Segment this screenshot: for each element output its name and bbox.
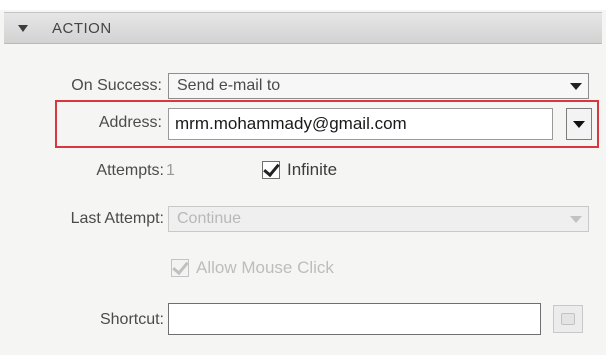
allow-mouse-click-label: Allow Mouse Click — [196, 258, 334, 277]
address-input[interactable] — [175, 113, 545, 135]
top-strip — [0, 0, 606, 10]
last-attempt-dropdown-arrow — [564, 207, 588, 231]
action-section-header[interactable]: ACTION — [4, 12, 602, 44]
chevron-down-icon — [570, 82, 582, 90]
allow-mouse-click-checkbox — [171, 257, 189, 277]
checkmark-icon — [263, 159, 280, 178]
last-attempt-value: Continue — [177, 210, 242, 227]
attempts-label: Attempts: — [96, 162, 164, 179]
attempts-value: 1 — [166, 162, 175, 179]
action-panel: ACTION On Success: Send e-mail to Addres… — [0, 0, 606, 355]
on-success-select[interactable]: Send e-mail to — [168, 73, 589, 99]
shortcut-field[interactable] — [168, 303, 541, 335]
address-label: Address: — [98, 114, 162, 131]
infinite-checkbox[interactable] — [262, 159, 280, 179]
last-attempt-label: Last Attempt: — [70, 210, 164, 227]
on-success-label: On Success: — [71, 77, 162, 94]
chevron-down-icon — [570, 215, 582, 223]
collapse-triangle-icon[interactable] — [18, 25, 28, 32]
section-title: ACTION — [52, 20, 112, 37]
address-dropdown-button[interactable] — [566, 108, 592, 140]
on-success-value: Send e-mail to — [177, 77, 281, 94]
shortcut-input[interactable] — [173, 308, 533, 330]
clear-shortcut-button — [553, 305, 583, 333]
infinite-label[interactable]: Infinite — [287, 160, 337, 180]
checkmark-icon — [172, 257, 189, 276]
last-attempt-select: Continue — [168, 206, 589, 232]
address-field[interactable] — [168, 108, 553, 140]
chevron-down-icon — [573, 120, 585, 128]
shortcut-label: Shortcut: — [99, 311, 164, 328]
clear-icon — [561, 313, 575, 325]
on-success-dropdown-arrow[interactable] — [564, 74, 588, 98]
